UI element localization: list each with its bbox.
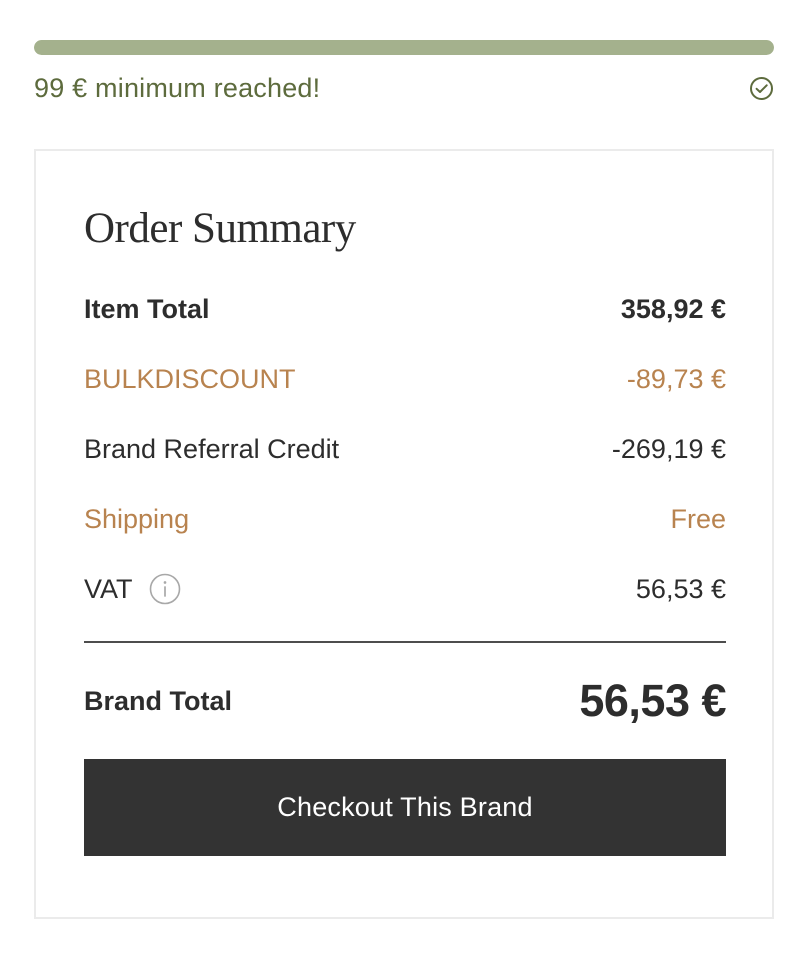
- minimum-progress-bar: [34, 40, 774, 55]
- checkout-this-brand-button[interactable]: Checkout This Brand: [84, 759, 726, 856]
- minimum-status: 99 € minimum reached!: [34, 73, 774, 104]
- brand-total-value: 56,53 €: [579, 675, 726, 726]
- vat-label-group: VAT: [84, 573, 181, 605]
- order-summary-title: Order Summary: [84, 205, 356, 252]
- summary-row-discount: BULKDISCOUNT -89,73 €: [84, 361, 726, 397]
- vat-value: 56,53 €: [635, 573, 726, 604]
- referral-credit-label: Brand Referral Credit: [84, 433, 340, 464]
- summary-divider: [84, 641, 726, 643]
- shipping-value: Free: [670, 503, 726, 534]
- summary-row-referral-credit: Brand Referral Credit -269,19 €: [84, 431, 726, 467]
- referral-credit-value: -269,19 €: [611, 433, 726, 464]
- summary-row-item-total: Item Total 358,92 €: [84, 291, 726, 327]
- summary-row-vat: VAT 56,53 €: [84, 571, 726, 607]
- summary-row-shipping: Shipping Free: [84, 501, 726, 537]
- item-total-label: Item Total: [84, 293, 210, 324]
- minimum-status-message: 99 € minimum reached!: [34, 73, 321, 103]
- vat-label: VAT: [84, 573, 133, 604]
- minimum-progress-fill: [34, 40, 774, 55]
- discount-value: -89,73 €: [626, 363, 726, 394]
- discount-label: BULKDISCOUNT: [84, 363, 296, 394]
- brand-total-label: Brand Total: [84, 685, 232, 716]
- info-icon[interactable]: [149, 573, 181, 605]
- item-total-value: 358,92 €: [620, 293, 726, 324]
- order-summary-card: Order Summary Item Total 358,92 € BULKDI…: [34, 149, 774, 919]
- shipping-label: Shipping: [84, 503, 190, 534]
- minimum-progress-section: 99 € minimum reached!: [34, 40, 774, 104]
- check-circle-icon: [749, 76, 774, 101]
- brand-total-row: Brand Total 56,53 €: [84, 675, 726, 726]
